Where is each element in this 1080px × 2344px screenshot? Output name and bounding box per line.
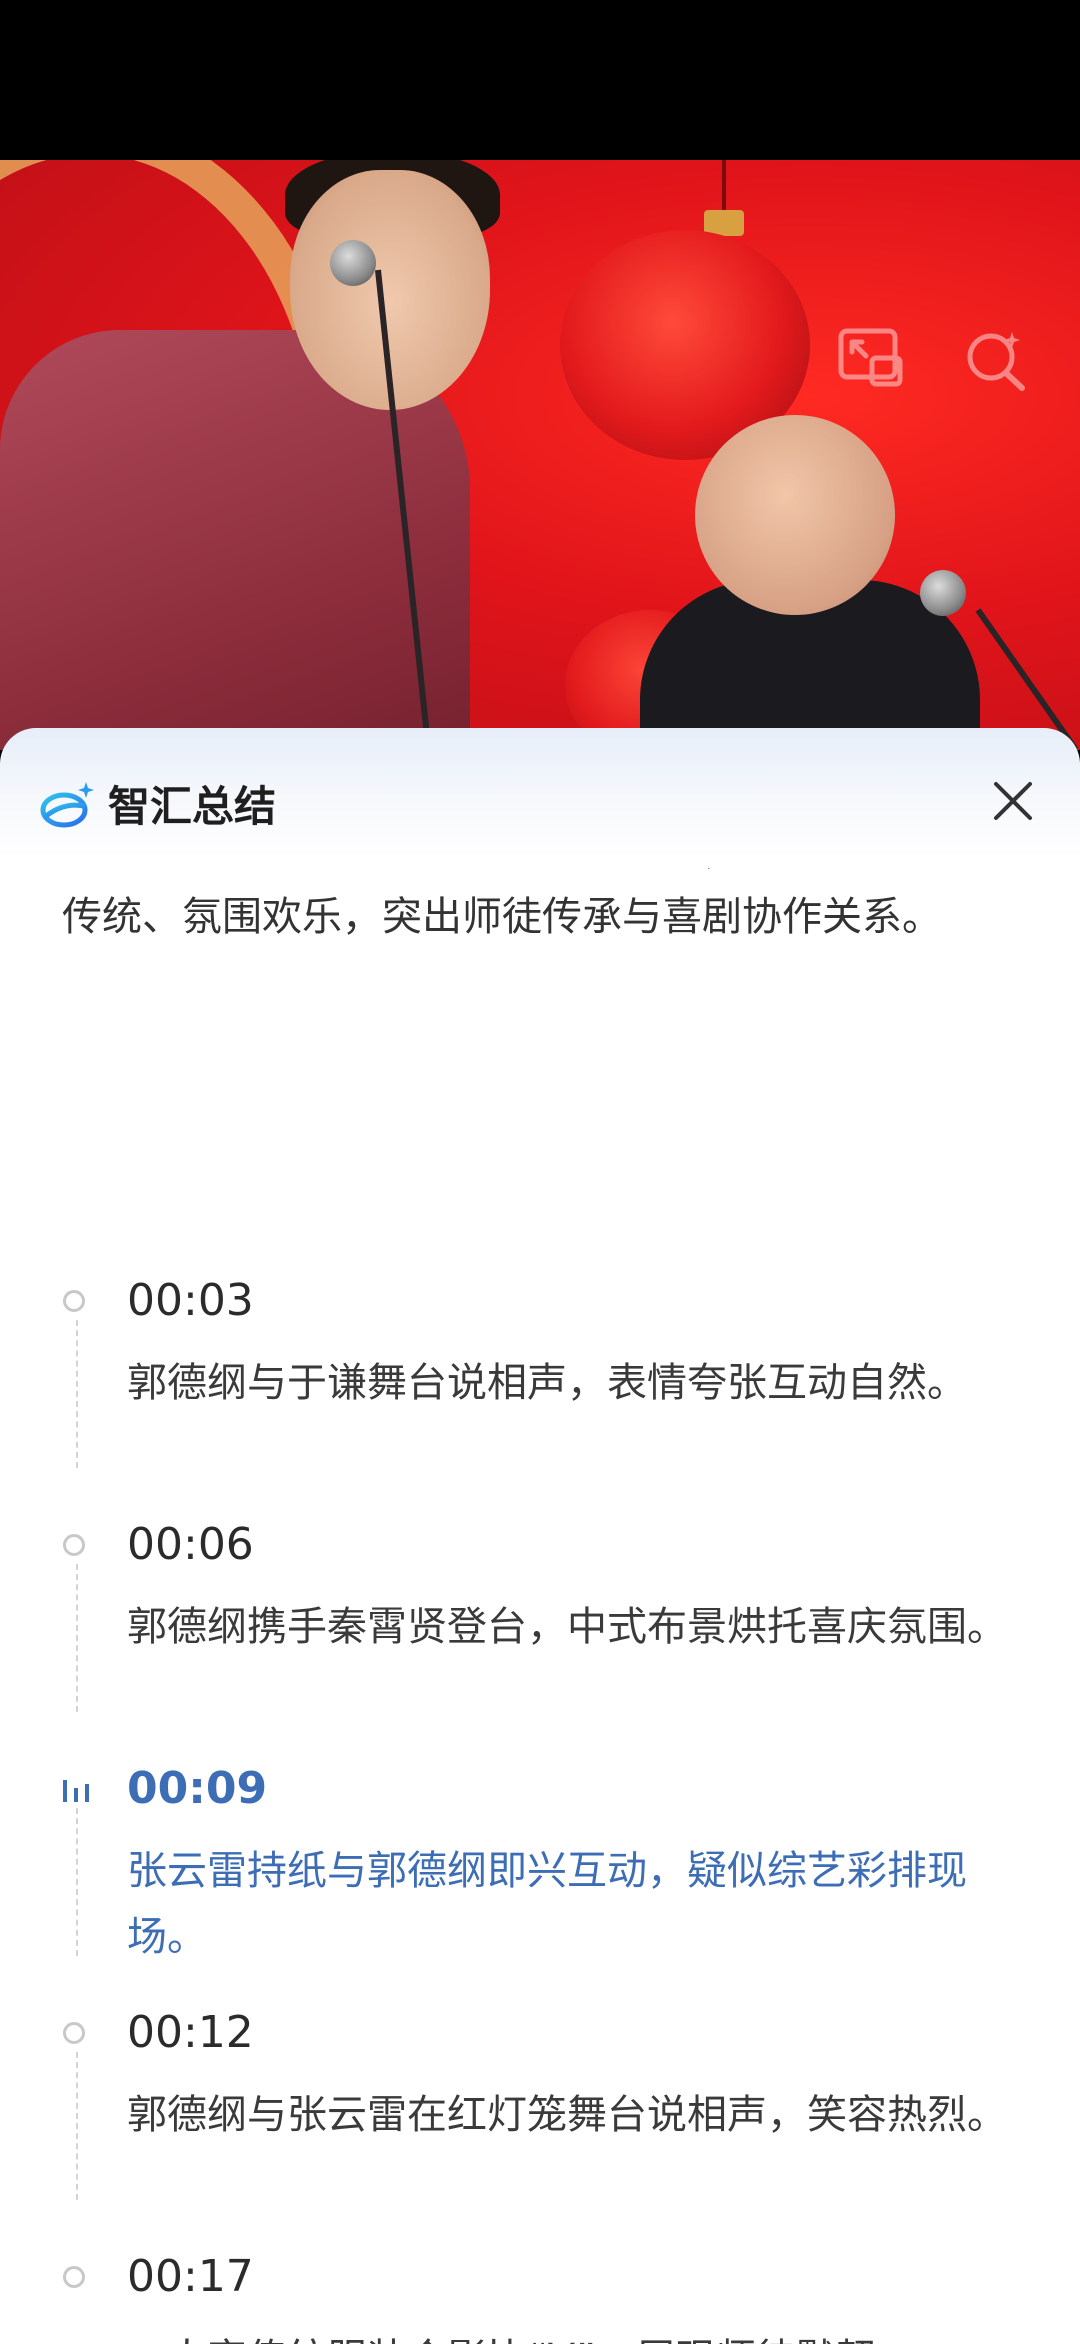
timeline-time[interactable]: 00:06 bbox=[127, 1516, 254, 1574]
zhihui-logo-icon bbox=[40, 782, 94, 828]
timeline-dot-icon bbox=[63, 2022, 85, 2044]
panel-title: 智汇总结 bbox=[108, 782, 277, 831]
timeline-connector bbox=[76, 2052, 78, 2200]
ai-search-icon[interactable] bbox=[964, 328, 1028, 396]
timeline-connector bbox=[76, 1808, 78, 1956]
panel-header: 智汇总结 bbox=[0, 728, 1080, 878]
summary-scroll-area[interactable]: 场合作表演，呈现轻松幽默的相声互动。关键帧显示其与于谦、秦霄贤、张云雷等搭档同台… bbox=[0, 868, 1080, 2344]
video-frame[interactable] bbox=[0, 160, 1080, 750]
timeline-text: 郭德纲携手秦霄贤登台，中式布景烘托喜庆氛围。 bbox=[127, 1604, 1007, 1650]
timeline-time[interactable]: 00:12 bbox=[127, 2004, 254, 2062]
timeline-text: 郭德纲与张云雷在红灯笼舞台说相声，笑容热烈。 bbox=[127, 2092, 1007, 2138]
timeline-connector bbox=[76, 1320, 78, 1468]
timeline-time[interactable]: 00:03 bbox=[127, 1272, 254, 1330]
performer-right-head bbox=[695, 415, 895, 615]
timeline-text: 二人穿传统服装合影比“V”，展现师徒默契。 bbox=[127, 2326, 1007, 2344]
timeline-connector bbox=[76, 1564, 78, 1712]
timeline-dot-icon bbox=[63, 1534, 85, 1556]
summary-text: 场合作表演，呈现轻松幽默的相声互动。关键帧显示其与于谦、秦霄贤、张云雷等搭档同台… bbox=[62, 868, 1022, 940]
microphone-icon bbox=[920, 570, 966, 616]
playing-bars-icon bbox=[63, 1780, 89, 1802]
close-icon[interactable] bbox=[988, 776, 1038, 826]
timeline-time[interactable]: 00:09 bbox=[127, 1760, 267, 1818]
timeline-text: 张云雷持纸与郭德纲即兴互动，疑似综艺彩排现场。 bbox=[127, 1848, 967, 1960]
summary-panel: 智汇总结 场合作表演，呈现轻松幽默的相声互动。关键帧显示其与于谦、秦霄贤、张云雷… bbox=[0, 728, 1080, 2344]
timeline-dot-icon bbox=[63, 2266, 85, 2288]
timeline-text: 郭德纲与于谦舞台说相声，表情夸张互动自然。 bbox=[127, 1360, 967, 1406]
timeline-time[interactable]: 00:17 bbox=[127, 2248, 254, 2306]
timeline-dot-icon bbox=[63, 1290, 85, 1312]
microphone-icon bbox=[330, 240, 376, 286]
status-bar bbox=[0, 0, 1080, 160]
picture-in-picture-icon[interactable] bbox=[838, 328, 904, 392]
